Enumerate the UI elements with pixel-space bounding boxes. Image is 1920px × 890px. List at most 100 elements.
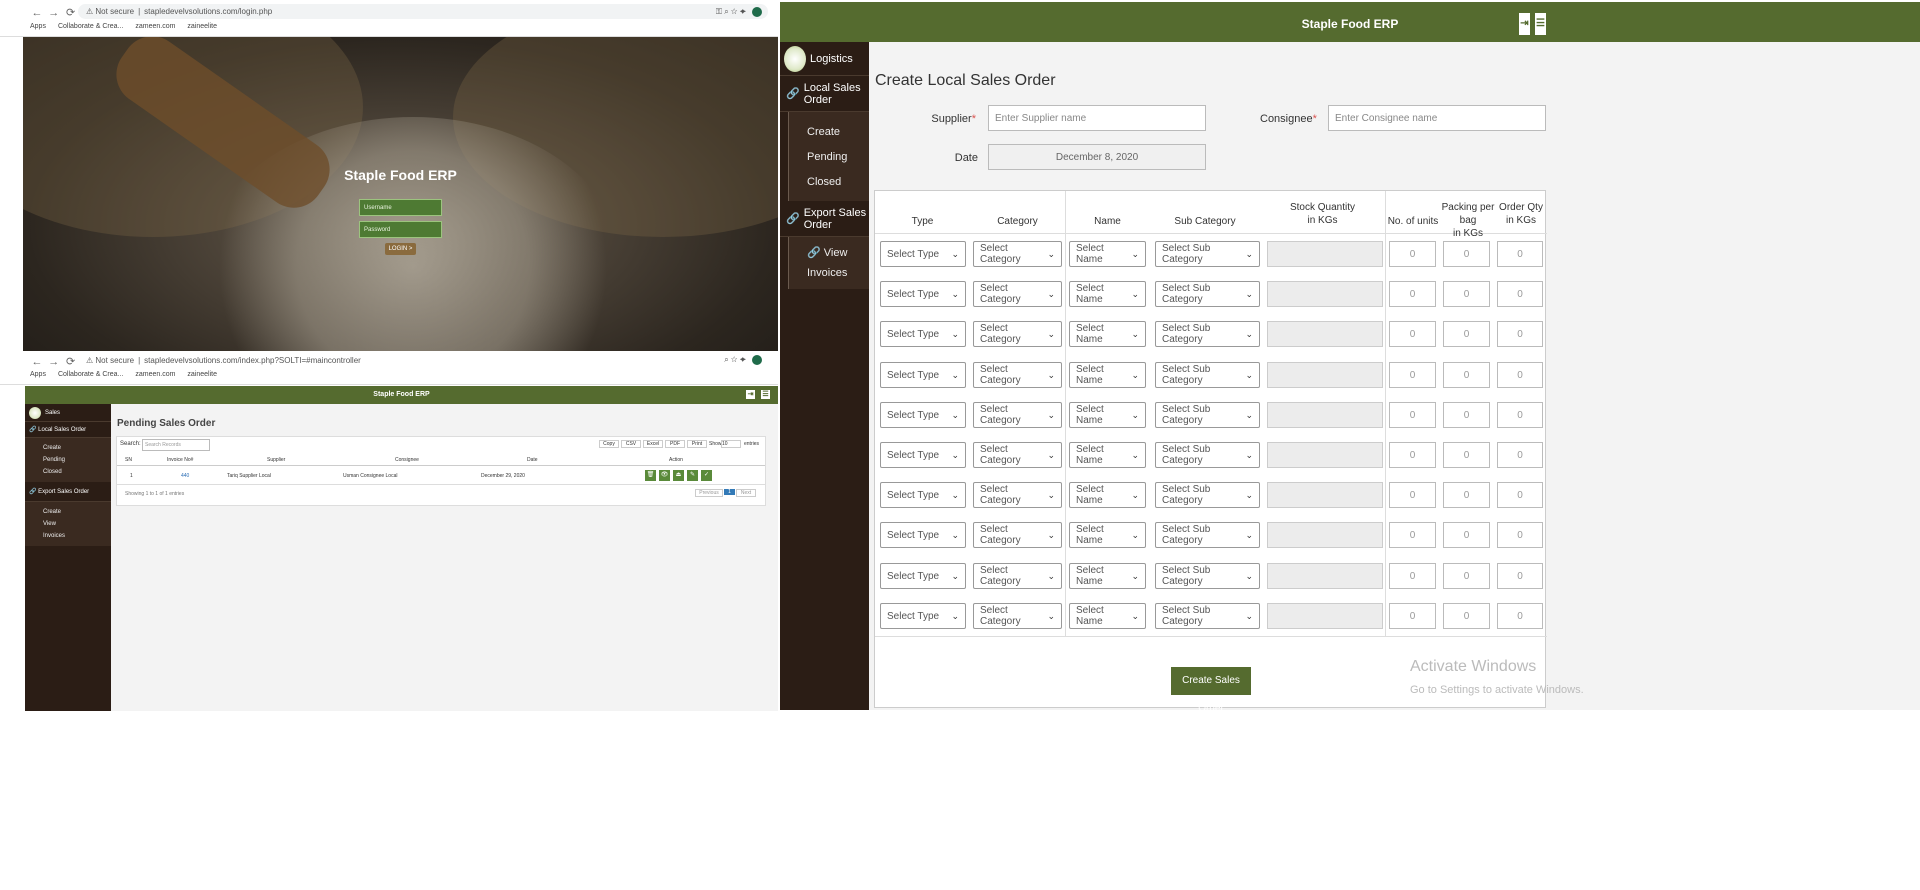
units-input[interactable]: 0	[1389, 482, 1436, 508]
units-input[interactable]: 0	[1389, 522, 1436, 548]
search-input[interactable]: Search Records	[142, 439, 210, 451]
view-icon[interactable]: 👁	[659, 470, 670, 481]
type-select[interactable]: Select Type ⌄	[880, 402, 966, 428]
address-bar[interactable]: ⚠ Not secure | stapledevelvsolutions.com…	[78, 353, 768, 367]
packing-input[interactable]: 0	[1443, 482, 1490, 508]
csv-button[interactable]: CSV	[621, 440, 641, 448]
menu-icon[interactable]: ☰	[1534, 12, 1547, 36]
packing-input[interactable]: 0	[1443, 603, 1490, 629]
profile-avatar[interactable]	[752, 355, 762, 365]
copy-button[interactable]: Copy	[599, 440, 619, 448]
type-select[interactable]: Select Type ⌄	[880, 522, 966, 548]
packing-input[interactable]: 0	[1443, 402, 1490, 428]
type-select[interactable]: Select Type ⌄	[880, 563, 966, 589]
sidebar-module[interactable]: Sales	[25, 404, 111, 422]
category-select[interactable]: Select Category ⌄	[973, 522, 1062, 548]
address-bar[interactable]: ⚠ Not secure | stapledevelvsolutions.com…	[78, 4, 768, 19]
search-icon[interactable]: ⌕ ☆ ✦	[724, 355, 746, 365]
units-input[interactable]: 0	[1389, 362, 1436, 388]
category-select[interactable]: Select Category ⌄	[973, 362, 1062, 388]
col-supplier[interactable]: Supplier	[267, 457, 285, 463]
sidebar-item-create[interactable]: Create	[807, 120, 869, 145]
print-button[interactable]: Print	[687, 440, 707, 448]
sub-category-select[interactable]: Select Sub Category ⌄	[1155, 482, 1260, 508]
sub-category-select[interactable]: Select Sub Category ⌄	[1155, 362, 1260, 388]
sidebar-item-view[interactable]: View	[43, 518, 111, 530]
login-button[interactable]: LOGIN >	[385, 243, 416, 255]
type-select[interactable]: Select Type ⌄	[880, 362, 966, 388]
packing-input[interactable]: 0	[1443, 362, 1490, 388]
forward-icon[interactable]: →	[47, 356, 61, 368]
order-qty-input[interactable]: 0	[1497, 362, 1543, 388]
sub-category-select[interactable]: Select Sub Category ⌄	[1155, 563, 1260, 589]
packing-input[interactable]: 0	[1443, 563, 1490, 589]
sub-category-select[interactable]: Select Sub Category ⌄	[1155, 522, 1260, 548]
page-1-button[interactable]: 1	[724, 489, 735, 495]
sidebar-local-sales-order[interactable]: 🔗 Local Sales Order	[25, 422, 111, 438]
units-input[interactable]: 0	[1389, 241, 1436, 267]
back-icon[interactable]: ←	[30, 7, 44, 19]
category-select[interactable]: Select Category ⌄	[973, 603, 1062, 629]
create-sales-order-button[interactable]: Create Sales Order	[1171, 667, 1251, 714]
name-select[interactable]: Select Name ⌄	[1069, 563, 1146, 589]
type-select[interactable]: Select Type ⌄	[880, 241, 966, 267]
reload-icon[interactable]: ⟳	[64, 6, 78, 19]
order-qty-input[interactable]: 0	[1497, 522, 1543, 548]
reload-icon[interactable]: ⟳	[64, 355, 78, 368]
col-invoice[interactable]: Invoice No#	[167, 457, 193, 463]
type-select[interactable]: Select Type ⌄	[880, 482, 966, 508]
col-sn[interactable]: SN	[125, 457, 132, 463]
logout-icon[interactable]: ⇥	[1518, 12, 1531, 36]
name-select[interactable]: Select Name ⌄	[1069, 281, 1146, 307]
sidebar-item-invoices[interactable]: Invoices	[43, 530, 111, 542]
sub-category-select[interactable]: Select Sub Category ⌄	[1155, 281, 1260, 307]
name-select[interactable]: Select Name ⌄	[1069, 321, 1146, 347]
consignee-input[interactable]: Enter Consignee name	[1328, 105, 1546, 131]
units-input[interactable]: 0	[1389, 402, 1436, 428]
packing-input[interactable]: 0	[1443, 442, 1490, 468]
menu-icon[interactable]: ☰	[760, 389, 771, 400]
name-select[interactable]: Select Name ⌄	[1069, 241, 1146, 267]
col-consignee[interactable]: Consignee	[395, 457, 419, 463]
order-qty-input[interactable]: 0	[1497, 321, 1543, 347]
sub-category-select[interactable]: Select Sub Category ⌄	[1155, 603, 1260, 629]
sidebar-item-pending[interactable]: Pending	[43, 454, 111, 466]
category-select[interactable]: Select Category ⌄	[973, 281, 1062, 307]
sidebar-item-closed[interactable]: Closed	[43, 466, 111, 478]
sidebar-module[interactable]: Logistics	[780, 42, 869, 76]
sidebar-item-closed[interactable]: Closed	[807, 170, 869, 195]
col-action[interactable]: Action	[669, 457, 683, 463]
sidebar-item-create[interactable]: Create	[43, 442, 111, 454]
name-select[interactable]: Select Name ⌄	[1069, 442, 1146, 468]
category-select[interactable]: Select Category ⌄	[973, 563, 1062, 589]
bookmark-zameen[interactable]: zameen.com	[135, 371, 175, 378]
next-button[interactable]: Next	[736, 489, 756, 497]
excel-button[interactable]: Excel	[643, 440, 663, 448]
packing-input[interactable]: 0	[1443, 321, 1490, 347]
type-select[interactable]: Select Type ⌄	[880, 603, 966, 629]
category-select[interactable]: Select Category ⌄	[973, 241, 1062, 267]
units-input[interactable]: 0	[1389, 563, 1436, 589]
category-select[interactable]: Select Category ⌄	[973, 482, 1062, 508]
bookmark-zameen[interactable]: zameen.com	[135, 23, 175, 30]
col-date[interactable]: Date	[527, 457, 538, 463]
password-input[interactable]: Password	[359, 221, 442, 238]
order-qty-input[interactable]: 0	[1497, 603, 1543, 629]
username-input[interactable]: Username	[359, 199, 442, 216]
name-select[interactable]: Select Name ⌄	[1069, 482, 1146, 508]
bookmark-apps[interactable]: Apps	[30, 23, 46, 30]
sub-category-select[interactable]: Select Sub Category ⌄	[1155, 321, 1260, 347]
sidebar-item-export-create[interactable]: Create	[43, 506, 111, 518]
approve-icon[interactable]: ✓	[701, 470, 712, 481]
units-input[interactable]: 0	[1389, 603, 1436, 629]
sidebar-export-sales-order[interactable]: 🔗 Export Sales Order	[780, 201, 869, 237]
type-select[interactable]: Select Type ⌄	[880, 442, 966, 468]
type-select[interactable]: Select Type ⌄	[880, 281, 966, 307]
delete-icon[interactable]: 🗑	[645, 470, 656, 481]
order-qty-input[interactable]: 0	[1497, 241, 1543, 267]
order-qty-input[interactable]: 0	[1497, 281, 1543, 307]
forward-icon[interactable]: →	[47, 7, 61, 19]
name-select[interactable]: Select Name ⌄	[1069, 402, 1146, 428]
back-icon[interactable]: ←	[30, 356, 44, 368]
category-select[interactable]: Select Category ⌄	[973, 402, 1062, 428]
